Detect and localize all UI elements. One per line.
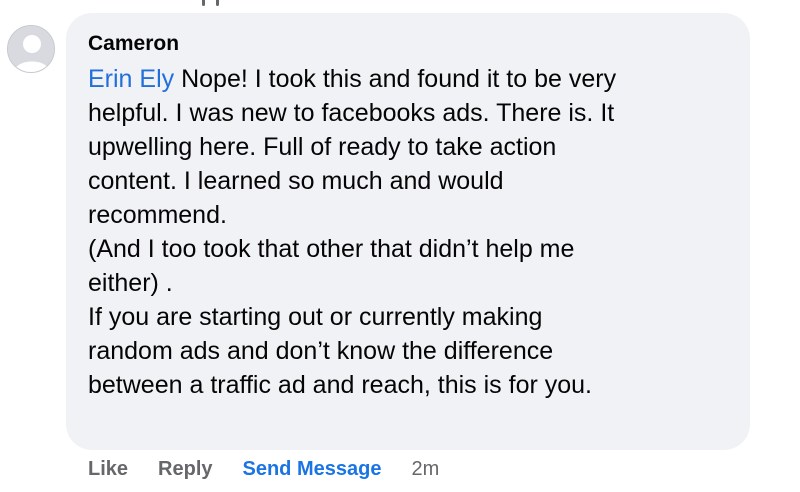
comment-text: Nope! I took this and found it to be ver… <box>174 65 617 93</box>
avatar[interactable] <box>7 25 55 73</box>
comment-line: random ads and don’t know the difference <box>88 337 554 365</box>
default-profile-icon <box>8 26 54 72</box>
comment-body: Erin Ely Nope! I took this and found it … <box>88 62 728 402</box>
cropped-text-fragment <box>196 0 236 6</box>
comment-line: between a traffic ad and reach, this is … <box>88 371 592 399</box>
comment-actions: Like Reply Send Message 2m <box>88 456 439 482</box>
comment-line: content. I learned so much and would <box>88 167 504 195</box>
comment-timestamp[interactable]: 2m <box>411 458 439 481</box>
comment-line: (And I too took that other that didn’t h… <box>88 235 575 263</box>
comment-bubble: Cameron Erin Ely Nope! I took this and f… <box>66 13 750 450</box>
like-button[interactable]: Like <box>88 458 128 481</box>
comment-line: If you are starting out or currently mak… <box>88 303 543 331</box>
comment-line: either) . <box>88 269 173 297</box>
mention-link[interactable]: Erin Ely <box>88 65 174 93</box>
comment-line: recommend. <box>88 201 227 229</box>
send-message-button[interactable]: Send Message <box>243 458 382 481</box>
reply-button[interactable]: Reply <box>158 458 212 481</box>
comment-thread: Cameron Erin Ely Nope! I took this and f… <box>0 0 800 492</box>
comment-line: helpful. I was new to facebooks ads. The… <box>88 99 615 127</box>
comment-author[interactable]: Cameron <box>88 30 730 58</box>
comment-line: Erin Ely Nope! I took this and found it … <box>88 62 728 96</box>
comment-line: upwelling here. Full of ready to take ac… <box>88 133 557 161</box>
